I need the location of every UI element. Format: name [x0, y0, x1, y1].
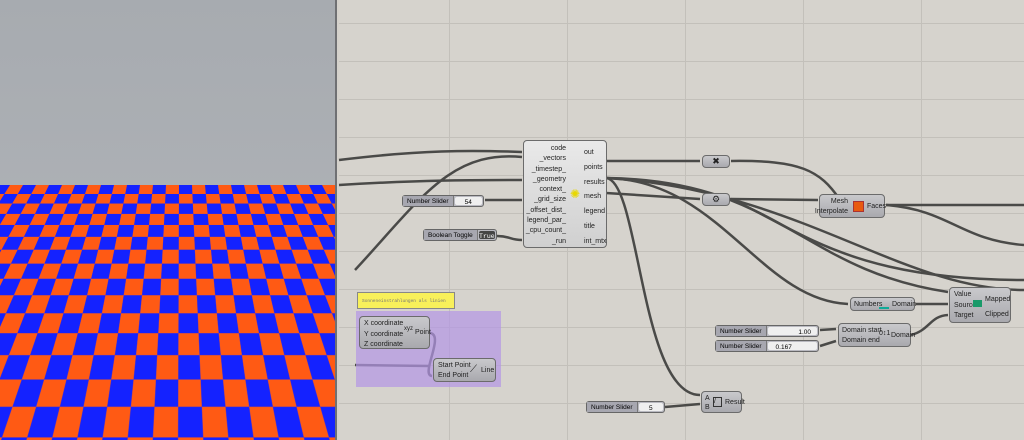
slider-label: Number Slider — [716, 341, 767, 351]
wire — [605, 176, 701, 397]
division-icon: / — [713, 397, 722, 407]
input-legend-par[interactable]: legend_par_ — [526, 216, 566, 226]
construct-point[interactable]: X coordinate Y coordinate Z coordinate xyz… — [359, 316, 431, 351]
input-mesh[interactable]: Mesh — [815, 197, 848, 207]
wires — [338, 149, 1024, 409]
output-clipped[interactable]: Clipped — [985, 307, 1010, 322]
output-mapped[interactable]: Mapped — [985, 292, 1010, 307]
slider-label: Number Slider — [587, 402, 638, 412]
flatten-node[interactable]: ⚙ — [702, 193, 730, 206]
output-mesh[interactable]: mesh — [584, 190, 607, 205]
input-start[interactable]: Start Point — [438, 361, 471, 371]
panel[interactable]: Sonneneinstrahlungen als linien — [357, 292, 455, 309]
input-y[interactable]: Y coordinate — [364, 330, 403, 341]
remap-node[interactable]: Value Source Target Mapped Clipped — [949, 287, 1011, 323]
input-timestep[interactable]: _timestep_ — [526, 165, 566, 175]
python-icon: ✺ — [570, 187, 581, 201]
toggle-value[interactable]: True — [478, 231, 495, 240]
input-vectors[interactable]: _vectors — [526, 154, 566, 164]
mesh-colors[interactable]: Mesh Interpolate Faces — [815, 194, 886, 218]
output-point[interactable]: Point — [415, 329, 431, 336]
main-component[interactable]: code _vectors _timestep_ _geometry conte… — [523, 140, 607, 248]
wire — [664, 402, 701, 409]
boolean-toggle[interactable]: Boolean Toggle True — [423, 229, 497, 241]
output-result[interactable]: Result — [725, 399, 745, 406]
slider-label: Number Slider — [403, 196, 454, 206]
input-geometry[interactable]: _geometry — [526, 175, 566, 185]
input-interpolate[interactable]: Interpolate — [815, 207, 848, 217]
divisor-slider[interactable]: Number Slider 5 — [586, 401, 665, 413]
wire — [354, 155, 523, 271]
input-domain-end[interactable]: Domain end — [842, 336, 882, 346]
output-faces[interactable]: Faces — [867, 203, 886, 210]
input-a[interactable]: A — [705, 394, 710, 403]
output-title[interactable]: title — [584, 220, 607, 235]
input-end[interactable]: End Point — [438, 371, 471, 381]
domain-end-slider[interactable]: Number Slider 0.167 — [715, 340, 819, 352]
input-run[interactable]: _run — [526, 237, 566, 247]
output-legend[interactable]: legend — [584, 205, 607, 220]
slider-value[interactable]: 54 — [454, 197, 482, 206]
toggle-label: Boolean Toggle — [424, 230, 478, 240]
line-component[interactable]: Start Point End Point ⟋ Line — [433, 358, 496, 382]
wire — [496, 234, 523, 242]
input-x[interactable]: X coordinate — [364, 319, 403, 330]
cull-node[interactable]: ✖ — [702, 155, 730, 168]
output-line[interactable]: Line — [481, 367, 494, 374]
slider-value[interactable]: 5 — [638, 403, 663, 412]
slider-value[interactable]: 1.00 — [767, 327, 817, 336]
input-code[interactable]: code — [526, 144, 566, 154]
domain-start-slider[interactable]: Number Slider 1.00 — [715, 325, 819, 337]
bounds-icon — [879, 299, 889, 309]
input-offset-dist[interactable]: _offset_dist_ — [526, 206, 566, 216]
input-domain-start[interactable]: Domain start — [842, 326, 882, 336]
input-b[interactable]: B — [705, 403, 710, 412]
output-results[interactable]: results — [584, 176, 607, 191]
output-domain[interactable]: Domain — [892, 301, 916, 308]
wire — [910, 313, 949, 337]
slider-value[interactable]: 0.167 — [767, 342, 817, 351]
input-z[interactable]: Z coordinate — [364, 340, 403, 351]
grid-size-slider[interactable]: Number Slider 54 — [402, 195, 484, 207]
wire — [730, 197, 819, 202]
wire — [338, 178, 523, 187]
mesh-color-icon — [853, 201, 864, 212]
remap-icon — [973, 300, 982, 307]
input-context[interactable]: context_ — [526, 185, 566, 195]
wire — [819, 327, 837, 332]
output-int-mtx[interactable]: int_mtx — [584, 235, 607, 250]
output-points[interactable]: points — [584, 161, 607, 176]
output-out[interactable]: out — [584, 146, 607, 161]
input-grid-size[interactable]: _grid_size — [526, 195, 566, 205]
slider-label: Number Slider — [716, 326, 767, 336]
input-value[interactable]: Value — [954, 290, 976, 301]
construct-domain[interactable]: Domain start Domain end 0↕1 Domain — [838, 323, 915, 347]
point-icon: xyz — [404, 326, 413, 332]
bounds-node[interactable]: Numbers Domain — [850, 297, 916, 311]
input-cpu-count[interactable]: _cpu_count_ — [526, 226, 566, 236]
wire — [885, 203, 1024, 247]
wire — [605, 176, 1024, 292]
division-node[interactable]: AB / Result — [701, 391, 745, 413]
line-icon: ⟋ — [470, 364, 477, 375]
domain-icon: 0↕1 — [879, 330, 891, 337]
input-target[interactable]: Target — [954, 311, 976, 322]
output-domain[interactable]: Domain — [891, 332, 915, 339]
wire — [819, 339, 837, 348]
